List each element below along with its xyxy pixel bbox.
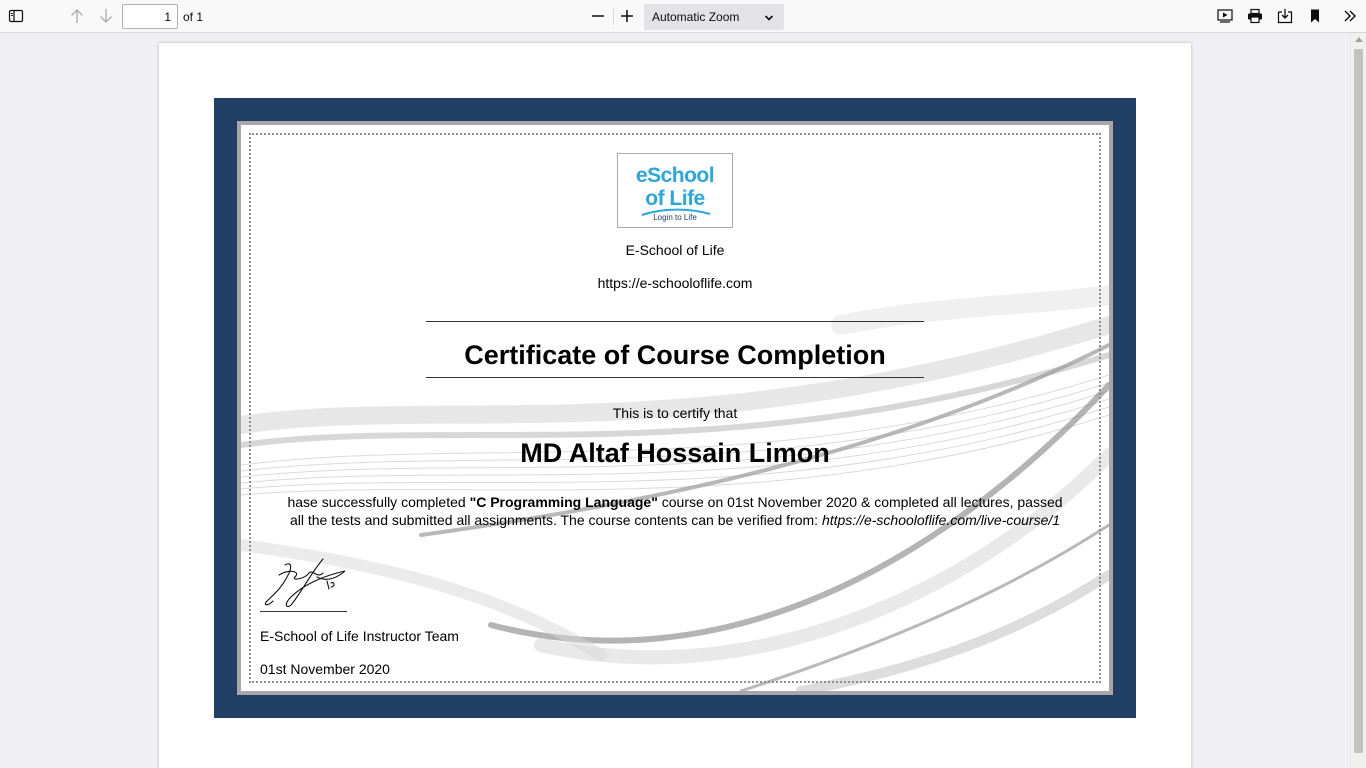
pdf-page: eSchool of Life Login to Life E-School o…: [159, 43, 1191, 768]
print-icon[interactable]: [1243, 4, 1267, 28]
scrollbar-thumb[interactable]: [1354, 49, 1363, 753]
verify-url: https://e-schooloflife.com/live-course/1: [821, 512, 1061, 528]
zoom-select-label: Automatic Zoom: [652, 10, 740, 24]
certificate-date: 01st November 2020: [260, 661, 390, 677]
arrow-up-icon[interactable]: [65, 4, 89, 28]
body-line-1: hase successfully completed "C Programmi…: [259, 493, 1091, 511]
document-viewer[interactable]: eSchool of Life Login to Life E-School o…: [0, 33, 1350, 768]
vertical-scrollbar[interactable]: [1350, 33, 1366, 768]
zoom-select[interactable]: Automatic Zoom: [644, 4, 784, 30]
logo-tagline: Login to Life: [653, 213, 697, 222]
page-count-label: of 1: [183, 10, 204, 24]
school-url: https://e-schooloflife.com: [597, 275, 753, 291]
zoom-separator: [613, 9, 614, 25]
body-line-2: all the tests and submitted all assignme…: [259, 511, 1091, 529]
certificate-title: Certificate of Course Completion: [464, 340, 886, 370]
minus-icon[interactable]: [586, 4, 610, 28]
body-line-2-text: all the tests and submitted all assignme…: [289, 512, 822, 528]
body-line-1-suffix: course on 01st November 2020 & completed…: [657, 494, 1063, 510]
pdf-toolbar: of 1 Automatic Zoom: [0, 0, 1366, 33]
signature-line: [260, 611, 347, 612]
certificate-frame: eSchool of Life Login to Life E-School o…: [214, 98, 1136, 718]
course-name: "C Programming Language": [469, 494, 658, 510]
arrow-down-icon[interactable]: [94, 4, 118, 28]
chevron-down-icon: [764, 12, 774, 26]
sidebar-toggle-icon[interactable]: [4, 4, 28, 28]
signer-name: E-School of Life Instructor Team: [260, 628, 459, 644]
certify-text: This is to certify that: [612, 405, 738, 421]
title-rule-bottom: [426, 377, 924, 378]
double-chevron-icon[interactable]: [1338, 4, 1362, 28]
presentation-icon[interactable]: [1213, 4, 1237, 28]
certificate-border: eSchool of Life Login to Life E-School o…: [237, 121, 1113, 695]
school-logo: eSchool of Life Login to Life: [617, 153, 733, 228]
save-icon[interactable]: [1273, 4, 1297, 28]
logo-line-1: eSchool: [635, 164, 715, 187]
certificate-body: eSchool of Life Login to Life E-School o…: [241, 125, 1109, 691]
scroll-up-arrow-icon[interactable]: [1355, 37, 1363, 42]
bookmark-icon[interactable]: [1303, 4, 1327, 28]
recipient-name: MD Altaf Hossain Limon: [520, 438, 830, 468]
school-name: E-School of Life: [625, 242, 725, 258]
plus-icon[interactable]: [615, 4, 639, 28]
body-prefix: hase successfully completed: [287, 494, 470, 510]
signature-image: [264, 558, 346, 608]
page-number-input[interactable]: [122, 4, 178, 29]
title-rule-top: [426, 321, 924, 322]
